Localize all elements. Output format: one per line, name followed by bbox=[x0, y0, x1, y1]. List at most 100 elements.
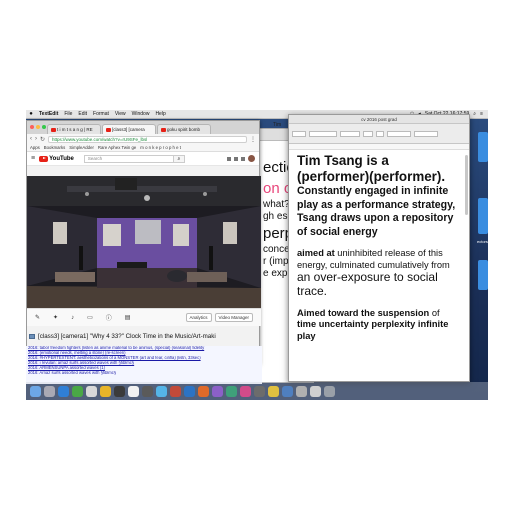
screen: ● TextEdit File Edit Format View Window … bbox=[26, 110, 488, 400]
reload-icon[interactable]: ↻ bbox=[40, 136, 45, 143]
apps-icon[interactable] bbox=[234, 156, 238, 161]
back-icon[interactable]: ‹ bbox=[30, 136, 32, 142]
app-icon[interactable] bbox=[268, 385, 279, 397]
bookmarks-bar: Apps Bookmarks SimpleAdder Rare Aphex Tw… bbox=[27, 144, 259, 152]
analytics-button[interactable]: Analytics bbox=[185, 313, 212, 322]
bookmark-bookmarks[interactable]: Bookmarks bbox=[44, 145, 66, 150]
calendar-icon[interactable] bbox=[128, 385, 139, 397]
header-actions bbox=[227, 155, 255, 162]
menu-edit[interactable]: Edit bbox=[75, 111, 90, 117]
video-frame-studio bbox=[27, 176, 261, 308]
tab-timtsang[interactable]: t i m t s a n g | RE bbox=[47, 124, 101, 134]
notes-icon[interactable] bbox=[100, 385, 111, 397]
app-icon[interactable] bbox=[296, 385, 307, 397]
font-style-dropdown[interactable] bbox=[340, 130, 360, 137]
trash-icon[interactable] bbox=[324, 385, 335, 397]
hamburger-icon[interactable]: ≡ bbox=[31, 155, 35, 162]
playlist-icon bbox=[29, 333, 35, 339]
tab-class3[interactable]: [class3] [camera bbox=[102, 124, 156, 134]
body-text: of bbox=[429, 307, 440, 318]
window-title[interactable]: cv 2016 post grad bbox=[289, 115, 469, 124]
finder-icon[interactable] bbox=[30, 385, 41, 397]
folder-icon[interactable] bbox=[310, 385, 321, 397]
enhance-icon[interactable]: ✦ bbox=[53, 314, 58, 321]
app-icon[interactable] bbox=[212, 385, 223, 397]
dock bbox=[26, 382, 488, 400]
wand-icon[interactable]: ✎ bbox=[35, 314, 40, 321]
chrome-icon[interactable] bbox=[72, 385, 83, 397]
menu-help[interactable]: Help bbox=[152, 111, 168, 117]
creator-toolbar: ✎ ✦ ♪ ▭ ⓘ ▤ Analytics Video Manager bbox=[27, 308, 261, 326]
color-swatch[interactable] bbox=[376, 130, 384, 137]
app-icon[interactable] bbox=[198, 385, 209, 397]
comment-icon[interactable]: ▭ bbox=[87, 314, 93, 321]
forward-icon[interactable]: › bbox=[35, 136, 37, 142]
apple-icon[interactable]: ● bbox=[26, 111, 36, 117]
tab-goku[interactable]: goku spirit bomb bbox=[157, 124, 211, 134]
address-bar-row: ‹ › ↻ https://www.youtube.com/watch?v=rU… bbox=[27, 134, 259, 144]
logo-text: YouTube bbox=[49, 155, 74, 162]
photo-frame: ● TextEdit File Edit Format View Window … bbox=[0, 0, 512, 512]
alignment-buttons[interactable] bbox=[414, 130, 438, 137]
menu-list-icon[interactable]: ≡ bbox=[478, 111, 485, 117]
list-item[interactable]: 2016: Arnaz surfs assorted waves with §f… bbox=[28, 371, 262, 376]
app-icon[interactable] bbox=[254, 385, 265, 397]
textedit-icon[interactable] bbox=[86, 385, 97, 397]
font-size-field[interactable] bbox=[363, 130, 373, 137]
search-input[interactable]: Search bbox=[83, 154, 174, 163]
subtitles-icon[interactable]: ▤ bbox=[125, 314, 131, 321]
bold-italic-buttons[interactable] bbox=[387, 130, 411, 137]
menu-icon[interactable]: ⋮ bbox=[250, 136, 256, 143]
menu-app[interactable]: TextEdit bbox=[36, 111, 61, 117]
scrollbar[interactable] bbox=[465, 155, 468, 215]
doc-subheading: Constantly engaged in infinite play as a… bbox=[297, 185, 456, 238]
bookmark-apps[interactable]: Apps bbox=[30, 145, 40, 150]
desktop-icon[interactable] bbox=[478, 198, 488, 234]
notifications-icon[interactable] bbox=[241, 156, 245, 161]
info-icon[interactable]: ⓘ bbox=[106, 313, 112, 322]
doc-paragraph: aimed at uninhibited release of this ene… bbox=[297, 247, 463, 298]
youtube-logo[interactable]: YouTube bbox=[39, 155, 74, 162]
back-tab-label[interactable]: Tim bbox=[273, 122, 281, 128]
close-icon[interactable] bbox=[30, 125, 34, 129]
avatar[interactable] bbox=[248, 155, 255, 162]
bookmark-simpleadder[interactable]: SimpleAdder bbox=[69, 145, 94, 150]
app-icon[interactable] bbox=[240, 385, 251, 397]
browser-window[interactable]: t i m t s a n g | RE [class3] [camera go… bbox=[26, 120, 261, 364]
link-list: 2016: tabor freedom fighters (listen as … bbox=[26, 346, 262, 384]
app-icon[interactable] bbox=[156, 385, 167, 397]
app-icon[interactable] bbox=[282, 385, 293, 397]
bookmark-monkeprophet[interactable]: m o n k e p r o p h e t bbox=[140, 145, 181, 150]
app-icon[interactable] bbox=[170, 385, 181, 397]
textedit-window[interactable]: cv 2016 post grad Tim Tsang is a (perfor… bbox=[288, 114, 470, 382]
clock-icon[interactable] bbox=[114, 385, 125, 397]
desktop-icon[interactable] bbox=[478, 260, 488, 290]
live-icon[interactable] bbox=[142, 385, 153, 397]
document-body[interactable]: Tim Tsang is a (performer)(performer). C… bbox=[289, 150, 469, 342]
menu-view[interactable]: View bbox=[112, 111, 129, 117]
menu-format[interactable]: Format bbox=[90, 111, 112, 117]
video-manager-button[interactable]: Video Manager bbox=[214, 313, 253, 322]
bookmark-aphex[interactable]: Rare Aphex Twin ge bbox=[98, 145, 136, 150]
search-button[interactable]: ⌕ bbox=[172, 154, 185, 163]
youtube-icon bbox=[106, 128, 111, 132]
desktop-icon[interactable] bbox=[478, 132, 488, 162]
upload-icon[interactable] bbox=[227, 156, 231, 161]
video-player[interactable] bbox=[27, 176, 261, 308]
launchpad-icon[interactable] bbox=[44, 385, 55, 397]
app-icon[interactable] bbox=[184, 385, 195, 397]
app-icon[interactable] bbox=[226, 385, 237, 397]
paragraph-style-dropdown[interactable] bbox=[292, 130, 306, 137]
menu-file[interactable]: File bbox=[61, 111, 75, 117]
search-icon[interactable]: ⌕ bbox=[471, 111, 478, 117]
safari-icon[interactable] bbox=[58, 385, 69, 397]
video-title[interactable]: [class3] [camera1] "Why 4 33?" Clock Tim… bbox=[38, 333, 216, 340]
url-field[interactable]: https://www.youtube.com/watch?v=rU9SFe_l… bbox=[48, 135, 247, 143]
large-text: an over-exposure to social trace. bbox=[297, 270, 438, 298]
menu-window[interactable]: Window bbox=[129, 111, 153, 117]
doc-paragraph-2: Aimed toward the suspension of time uncer… bbox=[297, 308, 463, 343]
music-icon[interactable]: ♪ bbox=[71, 315, 74, 321]
zoom-icon[interactable] bbox=[42, 125, 46, 129]
font-family-dropdown[interactable] bbox=[309, 130, 337, 137]
minimize-icon[interactable] bbox=[36, 125, 40, 129]
